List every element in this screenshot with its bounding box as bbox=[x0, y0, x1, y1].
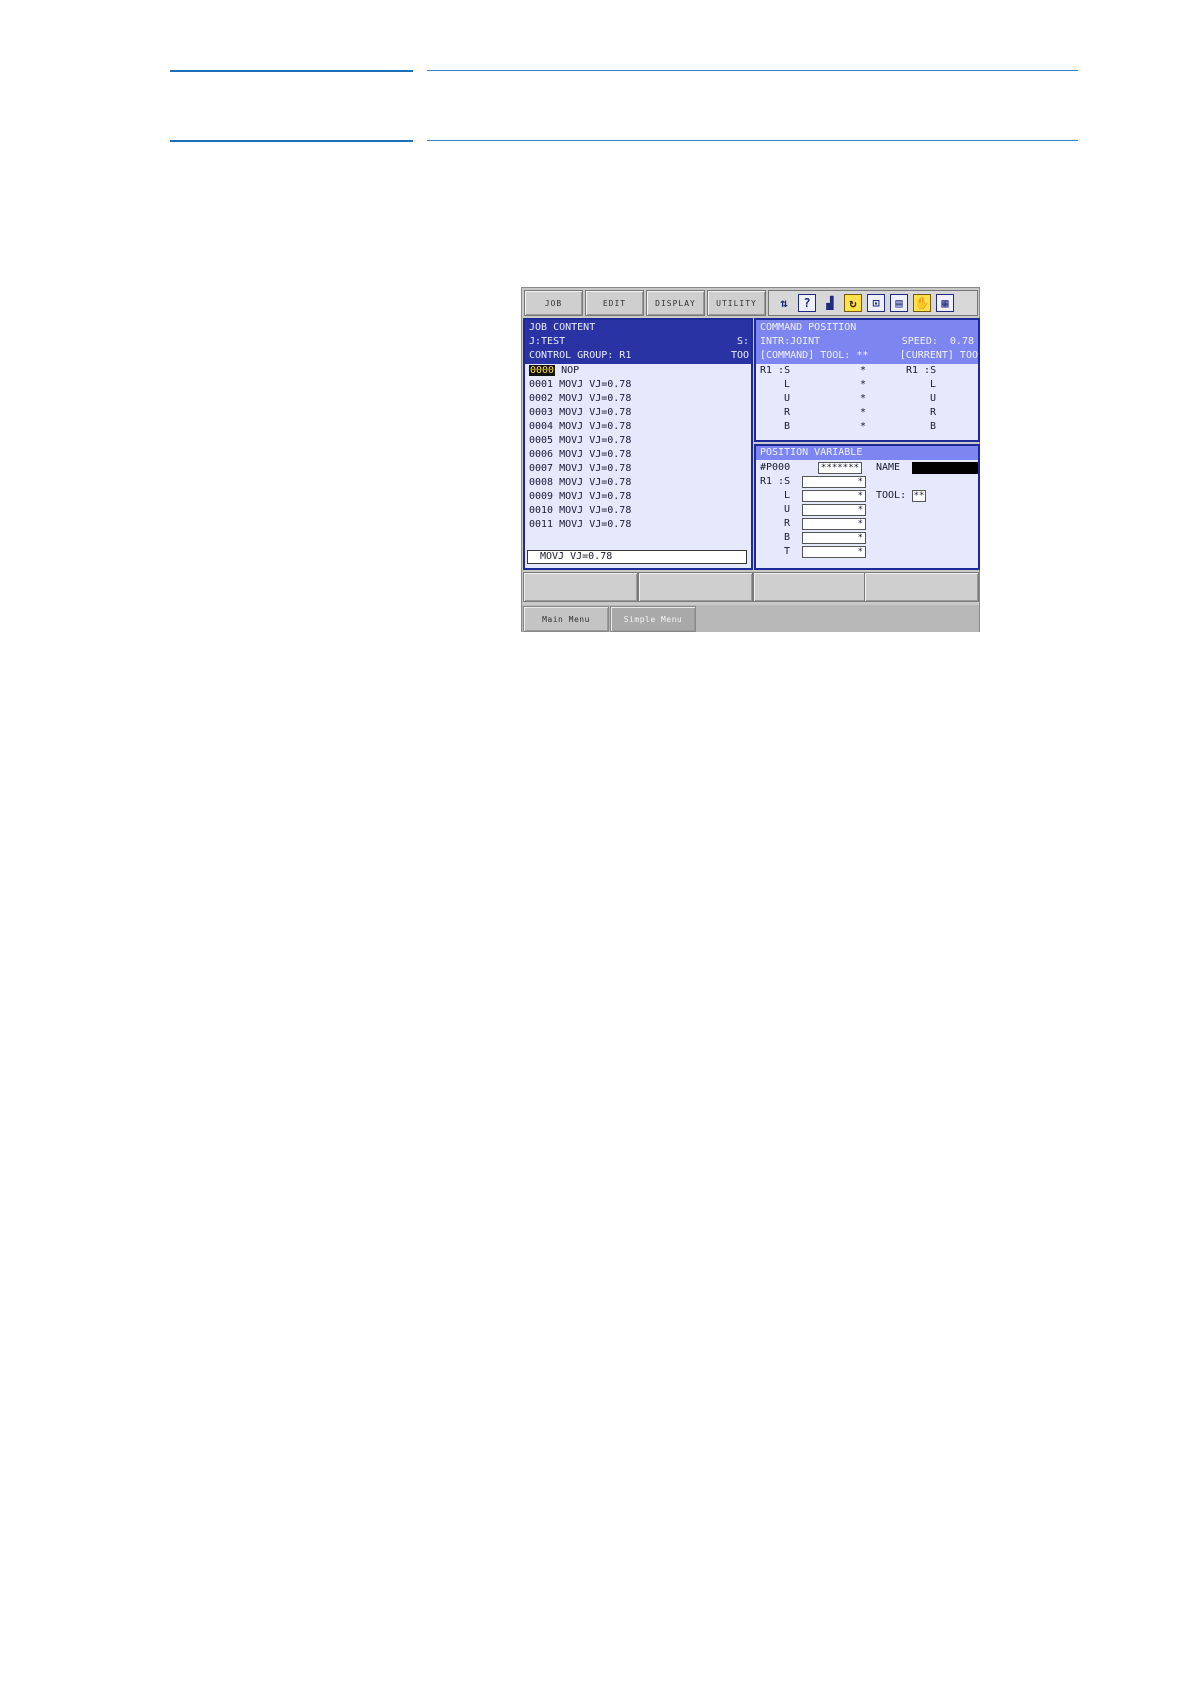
axis-value: * bbox=[860, 379, 867, 390]
axis-label: R bbox=[784, 407, 791, 418]
job-line-list[interactable]: 0000 NOP 0001 MOVJ VJ=0.78 0002 MOVJ VJ=… bbox=[525, 364, 751, 544]
command-position-panel: COMMAND POSITION INTR:JOINT SPEED: 0.78 … bbox=[754, 318, 980, 442]
control-group: CONTROL GROUP: R1 bbox=[529, 350, 632, 361]
pv-axis-field[interactable]: * bbox=[802, 518, 866, 530]
pv-axis-label: T bbox=[784, 546, 791, 557]
job-content-title: JOB CONTENT bbox=[529, 322, 596, 333]
status-icon-bar: ⇅ ? ▟ ↻ ⊡ ▤ ✋ ▦ bbox=[768, 290, 978, 316]
job-line[interactable]: 0007 MOVJ VJ=0.78 bbox=[529, 462, 631, 476]
axis-label-s: R1 :S bbox=[760, 365, 791, 376]
axis-label-current: R bbox=[930, 407, 937, 418]
tool-field[interactable]: ** bbox=[912, 490, 926, 502]
pv-axis-field[interactable]: * bbox=[802, 476, 866, 488]
axis-value: * bbox=[860, 421, 867, 432]
axis-label-s-current: R1 :S bbox=[906, 365, 937, 376]
job-line[interactable]: 0002 MOVJ VJ=0.78 bbox=[529, 392, 631, 406]
axis-label-current: B bbox=[930, 421, 937, 432]
position-variable-panel: POSITION VARIABLE #P000 ******* NAME R1 … bbox=[754, 444, 980, 570]
pv-axis-label: B bbox=[784, 532, 791, 543]
edit-buffer-line[interactable]: MOVJ VJ=0.78 bbox=[527, 550, 747, 564]
variable-value-field[interactable]: ******* bbox=[818, 462, 862, 474]
name-field[interactable] bbox=[912, 462, 978, 474]
axis-label-current: U bbox=[930, 393, 937, 404]
job-name: J:TEST bbox=[529, 336, 566, 347]
function-key-2[interactable] bbox=[638, 572, 753, 602]
coordinate-icon: ↻ bbox=[844, 294, 862, 312]
command-position-header: COMMAND POSITION INTR:JOINT SPEED: 0.78 … bbox=[756, 320, 978, 364]
job-line[interactable]: 0008 MOVJ VJ=0.78 bbox=[529, 476, 631, 490]
job-line[interactable]: 0001 MOVJ VJ=0.78 bbox=[529, 378, 631, 392]
grid-icon: ▦ bbox=[936, 294, 954, 312]
axis-icon: ⇅ bbox=[780, 296, 788, 310]
pv-axis-field[interactable]: * bbox=[802, 546, 866, 558]
axis-value: * bbox=[860, 393, 867, 404]
pv-axis-field[interactable]: * bbox=[802, 490, 866, 502]
position-variable-header: POSITION VARIABLE bbox=[756, 446, 978, 460]
tool-label: TOOL: bbox=[876, 490, 907, 501]
axis-label-current: L bbox=[930, 379, 937, 390]
job-line-cursor[interactable]: 0000 NOP bbox=[529, 364, 579, 378]
job-line[interactable]: 0005 MOVJ VJ=0.78 bbox=[529, 434, 631, 448]
menu-display-button[interactable]: DISPLAY bbox=[646, 290, 705, 316]
function-key-1[interactable] bbox=[523, 572, 638, 602]
axis-value: * bbox=[860, 407, 867, 418]
pv-axis-field[interactable]: * bbox=[802, 504, 866, 516]
pv-axis-label: L bbox=[784, 490, 791, 501]
job-tool: TOO bbox=[730, 350, 749, 361]
function-key-3[interactable] bbox=[753, 572, 868, 602]
pv-axis-label: R bbox=[784, 518, 791, 529]
name-label: NAME bbox=[876, 462, 901, 473]
header-rule-right-bottom bbox=[427, 140, 1078, 141]
job-content-panel: JOB CONTENT J:TEST S: CONTROL GROUP: R1 … bbox=[523, 318, 753, 570]
function-key-4[interactable] bbox=[864, 572, 979, 602]
hand-icon: ✋ bbox=[913, 294, 931, 312]
header-rule-left-top bbox=[170, 70, 413, 72]
job-line[interactable]: 0010 MOVJ VJ=0.78 bbox=[529, 504, 631, 518]
axis-label: U bbox=[784, 393, 791, 404]
current-tool: [CURRENT] TOO bbox=[899, 350, 978, 361]
servo-icon: ⊡ bbox=[867, 294, 885, 312]
menu-job-button[interactable]: JOB bbox=[524, 290, 583, 316]
pendant-screen: JOB EDIT DISPLAY UTILITY ⇅ ? ▟ ↻ ⊡ ▤ ✋ ▦… bbox=[521, 287, 980, 632]
command-tool: [COMMAND] TOOL: ** bbox=[760, 350, 869, 361]
pv-axis-label: U bbox=[784, 504, 791, 515]
variable-id: #P000 bbox=[760, 462, 791, 473]
header-rule-left-bottom bbox=[170, 140, 413, 142]
job-step: S: bbox=[736, 336, 749, 347]
signal-icon: ▟ bbox=[826, 296, 834, 310]
simple-menu-button[interactable]: Simple Menu bbox=[610, 606, 696, 632]
job-line[interactable]: 0011 MOVJ VJ=0.78 bbox=[529, 518, 631, 532]
job-line[interactable]: 0003 MOVJ VJ=0.78 bbox=[529, 406, 631, 420]
command-position-title: COMMAND POSITION bbox=[760, 322, 857, 333]
position-variable-title: POSITION VARIABLE bbox=[760, 447, 863, 458]
teach-lock-icon: ▤ bbox=[890, 294, 908, 312]
job-content-header: JOB CONTENT J:TEST S: CONTROL GROUP: R1 … bbox=[525, 320, 751, 364]
main-menu-button[interactable]: Main Menu bbox=[523, 606, 609, 632]
menu-utility-button[interactable]: UTILITY bbox=[707, 290, 766, 316]
pv-axis-field[interactable]: * bbox=[802, 532, 866, 544]
job-line[interactable]: 0004 MOVJ VJ=0.78 bbox=[529, 420, 631, 434]
cursor-line-number: 0000 bbox=[529, 365, 556, 376]
menu-edit-button[interactable]: EDIT bbox=[585, 290, 644, 316]
job-line[interactable]: 0006 MOVJ VJ=0.78 bbox=[529, 448, 631, 462]
header-rule-right-top bbox=[427, 70, 1078, 71]
cursor-line-text: NOP bbox=[555, 365, 580, 376]
help-icon: ? bbox=[798, 294, 816, 312]
axis-label: L bbox=[784, 379, 791, 390]
axis-value: * bbox=[860, 365, 867, 376]
axis-label: B bbox=[784, 421, 791, 432]
interpolation: INTR:JOINT bbox=[760, 336, 821, 347]
pv-axis-label-s: R1 :S bbox=[760, 476, 791, 487]
job-line[interactable]: 0009 MOVJ VJ=0.78 bbox=[529, 490, 631, 504]
speed: SPEED: 0.78 bbox=[901, 336, 974, 347]
